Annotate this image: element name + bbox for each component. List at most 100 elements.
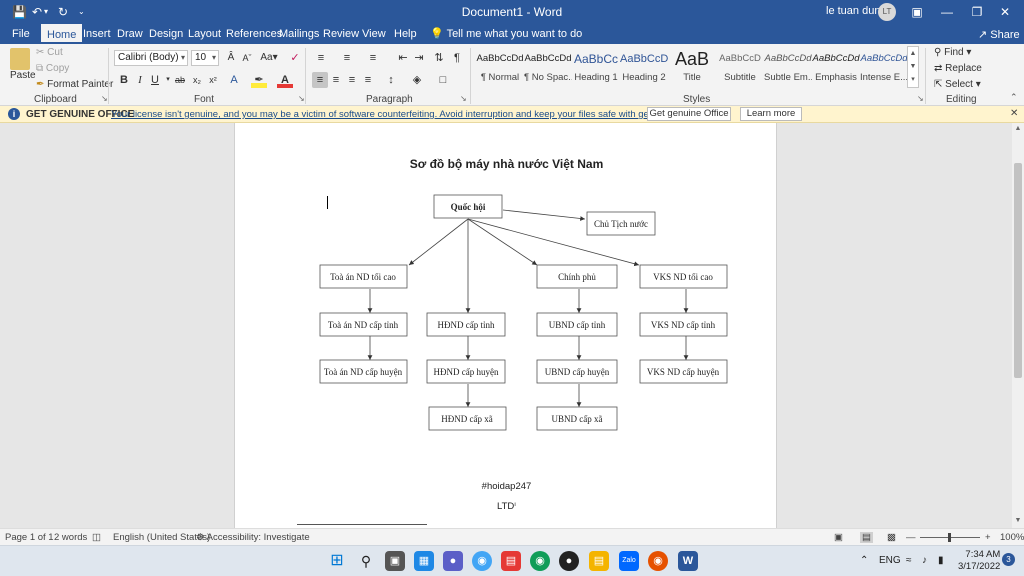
dialog-launcher-icon[interactable]: ↘: [460, 94, 467, 103]
borders-icon[interactable]: □: [435, 72, 451, 88]
input-language[interactable]: ENG: [879, 555, 901, 566]
close-icon[interactable]: ✕: [1010, 108, 1018, 119]
bullets-icon[interactable]: ≡: [313, 50, 329, 66]
learn-more-button[interactable]: Learn more: [740, 107, 802, 121]
sort-icon[interactable]: ⇅: [431, 50, 447, 66]
grow-font-icon[interactable]: Â: [223, 50, 239, 66]
widgets-icon[interactable]: ▦: [414, 551, 434, 571]
style-normal[interactable]: AaBbCcDd ¶ Normal: [476, 46, 524, 88]
dialog-launcher-icon[interactable]: ↘: [298, 94, 305, 103]
style-intense-emphasis[interactable]: AaBbCcDd Intense E...: [860, 46, 908, 88]
bold-icon[interactable]: B: [116, 72, 132, 88]
clear-formatting-icon[interactable]: ✓: [287, 50, 303, 66]
get-genuine-office-button[interactable]: Get genuine Office: [647, 107, 731, 121]
italic-icon[interactable]: I: [132, 72, 148, 88]
strikethrough-icon[interactable]: ab: [172, 72, 188, 88]
show-formatting-icon[interactable]: ¶: [449, 50, 465, 66]
infobar-message-link[interactable]: Your license isn't genuine, and you may …: [111, 109, 727, 120]
page-count[interactable]: Page 1 of 1: [5, 532, 54, 543]
superscript-icon[interactable]: x²: [205, 72, 221, 88]
task-view-icon[interactable]: ▣: [385, 551, 405, 571]
font-color-icon[interactable]: A: [277, 72, 293, 88]
edge-icon[interactable]: ◉: [530, 551, 550, 571]
increase-indent-icon[interactable]: ⇥: [411, 50, 427, 66]
battery-icon[interactable]: ▮: [938, 555, 944, 566]
tab-view[interactable]: View: [362, 27, 386, 41]
align-center-icon[interactable]: ≡: [328, 72, 344, 88]
multilevel-list-icon[interactable]: ≡: [365, 50, 381, 66]
tab-file[interactable]: File: [12, 27, 30, 41]
clock[interactable]: 7:34 AM 3/17/2022: [958, 549, 1000, 573]
zalo-icon[interactable]: Zalo: [619, 551, 639, 571]
style-title[interactable]: AaB Title: [668, 46, 716, 88]
word-count[interactable]: 2 words: [54, 532, 87, 543]
file-explorer-icon[interactable]: ▤: [589, 551, 609, 571]
style-heading-2[interactable]: AaBbCcD Heading 2: [620, 46, 668, 88]
replace-button[interactable]: ⇄ Replace: [934, 63, 982, 74]
shading-icon[interactable]: ◈: [409, 72, 425, 88]
font-name-combo[interactable]: Calibri (Body) ▾: [114, 50, 188, 66]
minimize-button[interactable]: —: [938, 3, 956, 21]
collapse-ribbon-icon[interactable]: ⌃: [1010, 92, 1018, 103]
highlight-icon[interactable]: ✒: [251, 72, 267, 88]
zoom-slider-thumb[interactable]: [948, 533, 951, 542]
style-no-spacing[interactable]: AaBbCcDd ¶ No Spac...: [524, 46, 572, 88]
cut-button[interactable]: ✂ Cut: [36, 47, 63, 58]
justify-icon[interactable]: ≡: [360, 72, 376, 88]
wifi-icon[interactable]: ≈: [906, 555, 912, 566]
dialog-launcher-icon[interactable]: ↘: [917, 94, 924, 103]
align-left-icon[interactable]: ≡: [312, 72, 328, 88]
share-button[interactable]: ↗ Share: [978, 28, 1020, 41]
word-icon[interactable]: W: [678, 551, 698, 571]
proofing-icon[interactable]: ◫: [92, 532, 101, 543]
style-heading-1[interactable]: AaBbCc Heading 1: [572, 46, 620, 88]
format-painter-button[interactable]: ✒ Format Painter: [36, 79, 113, 90]
print-layout-icon[interactable]: ▤: [860, 532, 873, 543]
web-layout-icon[interactable]: ▩: [887, 532, 896, 543]
tab-design[interactable]: Design: [149, 27, 183, 41]
github-icon[interactable]: ●: [559, 551, 579, 571]
dialog-launcher-icon[interactable]: ↘: [101, 94, 108, 103]
tab-references[interactable]: References: [226, 27, 282, 41]
notification-badge[interactable]: 3: [1002, 553, 1015, 566]
tab-layout[interactable]: Layout: [188, 27, 221, 41]
close-button[interactable]: ✕: [996, 3, 1014, 21]
tab-draw[interactable]: Draw: [117, 27, 143, 41]
store-icon[interactable]: ▤: [501, 551, 521, 571]
coccoc-browser-icon[interactable]: ◉: [648, 551, 668, 571]
volume-icon[interactable]: ♪: [922, 555, 927, 566]
zoom-out-icon[interactable]: —: [906, 532, 916, 543]
tab-insert[interactable]: Insert: [83, 27, 111, 41]
accessibility-status[interactable]: ⚙ Accessibility: Investigate: [196, 532, 310, 543]
vertical-scrollbar[interactable]: ▲ ▼: [1012, 123, 1024, 528]
decrease-indent-icon[interactable]: ⇤: [395, 50, 411, 66]
align-right-icon[interactable]: ≡: [344, 72, 360, 88]
tray-overflow-icon[interactable]: ⌃: [860, 555, 868, 566]
copy-button[interactable]: ⧉ Copy: [36, 63, 69, 74]
tab-home[interactable]: Home: [41, 24, 83, 44]
select-button[interactable]: ⇱ Select ▾: [934, 79, 981, 90]
line-spacing-icon[interactable]: ↕: [383, 72, 399, 88]
text-effects-icon[interactable]: A: [226, 72, 242, 88]
tab-review[interactable]: Review: [323, 27, 359, 41]
tab-help[interactable]: Help: [394, 27, 417, 41]
search-icon[interactable]: ⚲: [356, 551, 376, 571]
font-size-combo[interactable]: 10 ▾: [191, 50, 219, 66]
restore-button[interactable]: ❐: [968, 3, 986, 21]
teams-chat-icon[interactable]: ●: [443, 551, 463, 571]
avatar[interactable]: LT: [878, 3, 896, 21]
zoom-in-icon[interactable]: +: [985, 532, 991, 543]
scroll-down-icon[interactable]: ▼: [1012, 517, 1024, 524]
subscript-icon[interactable]: x₂: [189, 72, 205, 88]
paste-icon[interactable]: [10, 48, 30, 70]
chrome-icon[interactable]: ◉: [472, 551, 492, 571]
ribbon-display-options-icon[interactable]: ▣: [908, 3, 926, 21]
shrink-font-icon[interactable]: Aˇ: [239, 50, 255, 66]
styles-gallery-scroll[interactable]: ▲ ▼ ▾: [907, 46, 919, 88]
change-case-icon[interactable]: Aa▾: [259, 50, 279, 66]
style-subtle-emphasis[interactable]: AaBbCcDd Subtle Em...: [764, 46, 812, 88]
paste-button[interactable]: Paste: [10, 70, 36, 81]
scroll-thumb[interactable]: [1014, 163, 1022, 378]
style-emphasis[interactable]: AaBbCcDd Emphasis: [812, 46, 860, 88]
style-subtitle[interactable]: AaBbCcD Subtitle: [716, 46, 764, 88]
